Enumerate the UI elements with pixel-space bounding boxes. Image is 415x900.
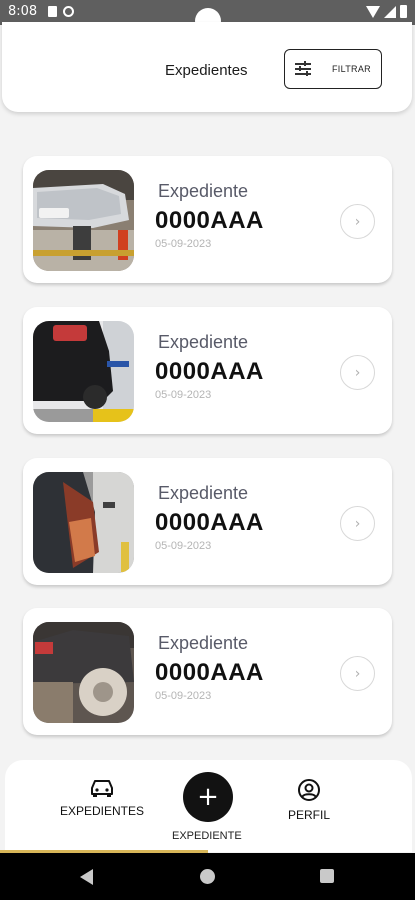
status-time: 8:08: [8, 4, 38, 19]
nav-perfil-label: PERFIL: [288, 808, 331, 822]
sim-icon: [48, 6, 57, 17]
nav-perfil[interactable]: PERFIL: [288, 778, 330, 822]
card-date: 05-09-2023: [155, 389, 212, 401]
home-icon[interactable]: [200, 869, 215, 884]
card-code: 0000AAA: [155, 207, 264, 234]
card-label: Expediente: [158, 332, 249, 352]
at-icon: [63, 6, 74, 17]
car-photo: [33, 170, 134, 271]
chevron-right-icon[interactable]: ›: [340, 204, 375, 239]
card-label: Expediente: [158, 633, 249, 653]
card-label: Expediente: [158, 181, 249, 201]
battery-icon: [400, 5, 407, 18]
expediente-card[interactable]: Expediente 0000AAA 05-09-2023 ›: [23, 458, 392, 585]
card-date: 05-09-2023: [155, 238, 212, 250]
chevron-right-icon[interactable]: ›: [340, 355, 375, 390]
recent-apps-icon[interactable]: [320, 869, 334, 883]
card-label: Expediente: [158, 483, 249, 503]
app-header: Expedientes FILTRAR: [2, 22, 412, 112]
system-nav-bar: [0, 853, 415, 900]
expediente-card[interactable]: Expediente 0000AAA 05-09-2023 ›: [23, 156, 392, 283]
chevron-right-icon[interactable]: ›: [340, 656, 375, 691]
bottom-nav: EXPEDIENTES + EXPEDIENTE PERFIL: [5, 760, 412, 852]
car-photo: [33, 321, 134, 422]
add-expediente-button[interactable]: +: [183, 772, 233, 822]
user-circle-icon: [298, 779, 320, 801]
card-code: 0000AAA: [155, 358, 264, 385]
expediente-card[interactable]: Expediente 0000AAA 05-09-2023 ›: [23, 307, 392, 434]
add-expediente-label: EXPEDIENTE: [172, 830, 242, 842]
card-code: 0000AAA: [155, 659, 264, 686]
sliders-icon: [295, 61, 311, 76]
filter-label: FILTRAR: [332, 64, 371, 74]
wifi-icon: [366, 6, 380, 18]
card-code: 0000AAA: [155, 509, 264, 536]
car-photo: [33, 622, 134, 723]
filter-button[interactable]: FILTRAR: [284, 49, 382, 89]
nav-expedientes[interactable]: EXPEDIENTES: [60, 778, 144, 818]
card-date: 05-09-2023: [155, 540, 212, 552]
plus-icon: +: [197, 782, 219, 812]
expediente-card[interactable]: Expediente 0000AAA 05-09-2023 ›: [23, 608, 392, 735]
signal-icon: [384, 6, 396, 18]
car-photo: [33, 472, 134, 573]
car-icon: [91, 780, 114, 797]
nav-expedientes-label: EXPEDIENTES: [60, 804, 145, 818]
back-icon[interactable]: [80, 869, 93, 885]
card-date: 05-09-2023: [155, 690, 212, 702]
chevron-right-icon[interactable]: ›: [340, 506, 375, 541]
page-title: Expedientes: [165, 62, 248, 79]
